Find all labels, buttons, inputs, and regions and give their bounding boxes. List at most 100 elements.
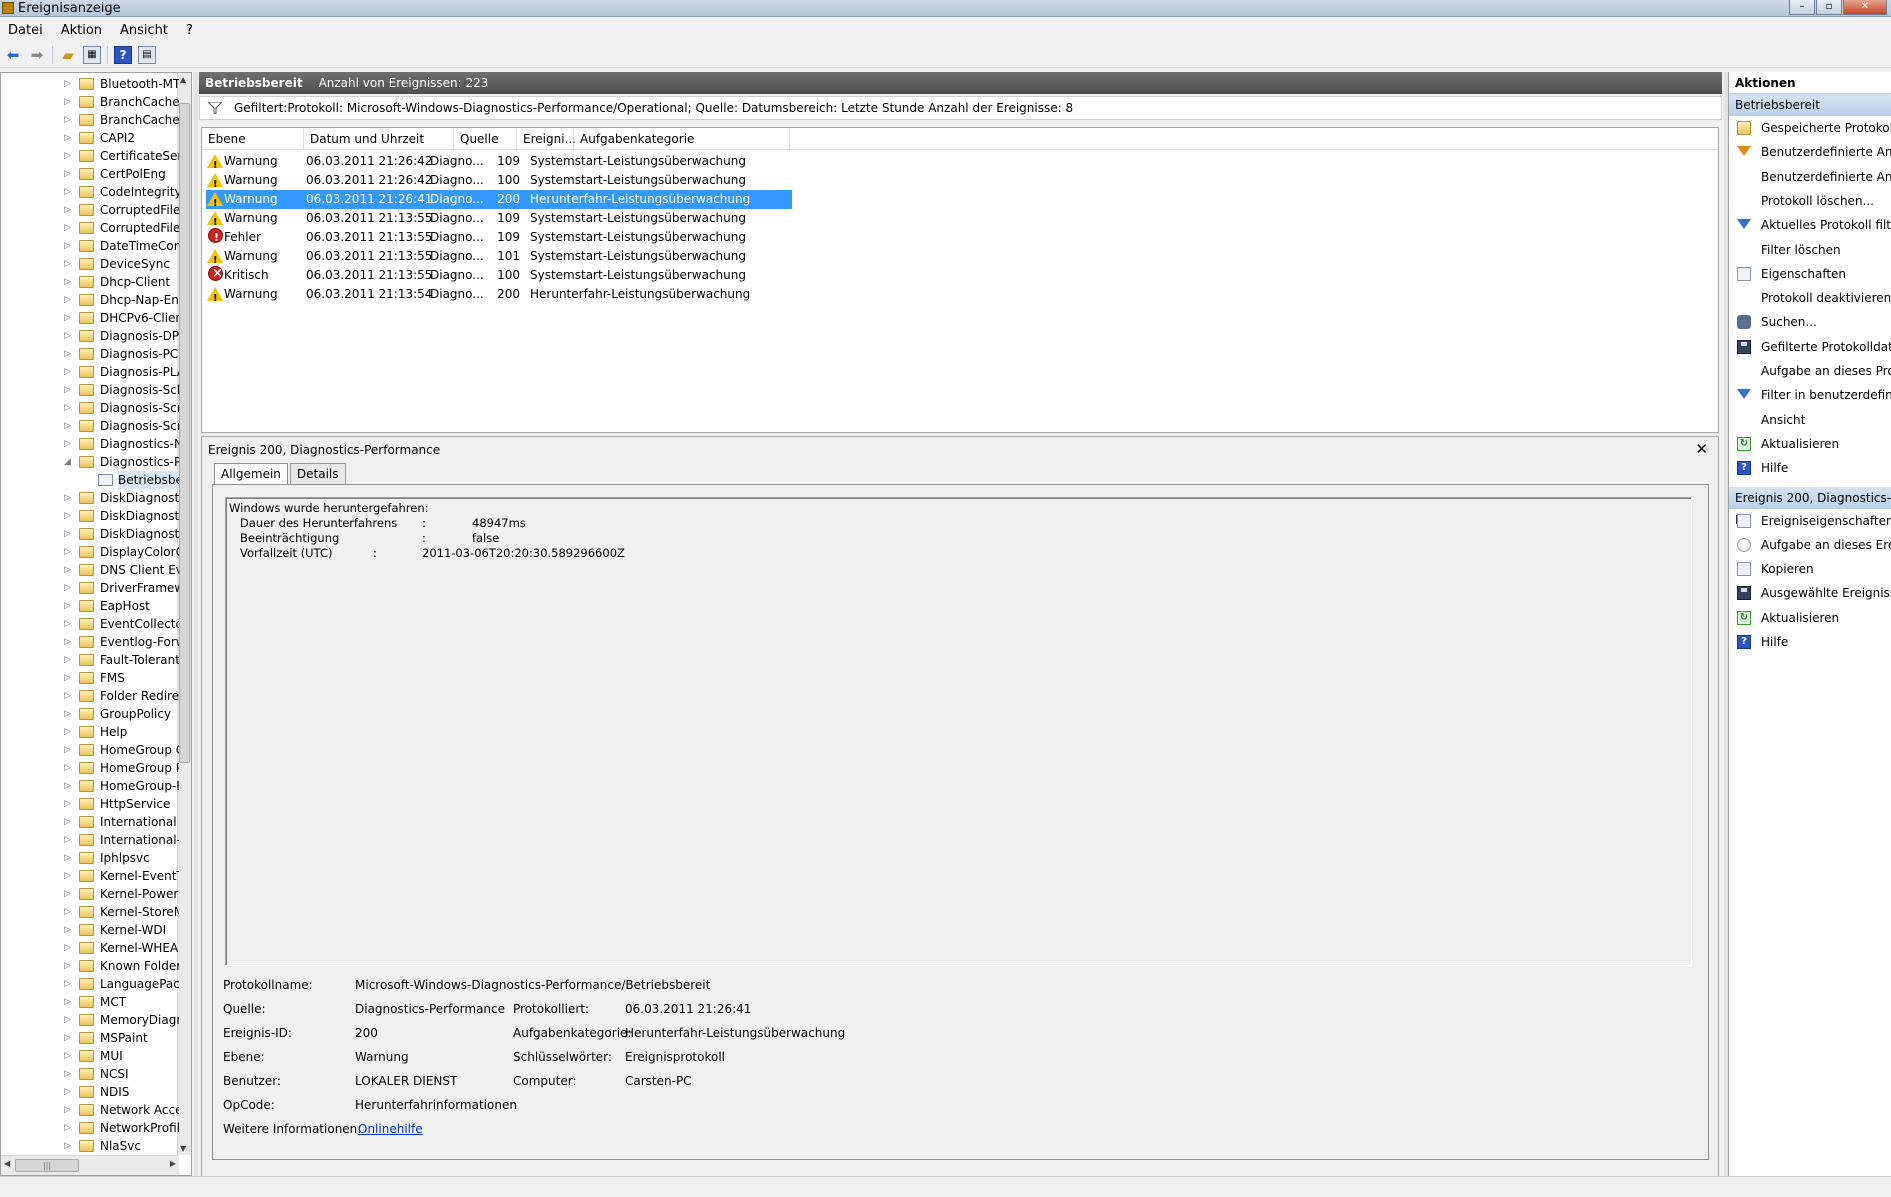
expand-arrow-icon[interactable]: ▷ xyxy=(64,705,71,723)
action-item[interactable]: Filter löschen xyxy=(1729,240,1891,260)
expand-arrow-icon[interactable]: ▷ xyxy=(64,759,71,777)
tree-item[interactable]: ▷ BranchCacheS xyxy=(1,111,179,129)
column-datum[interactable]: Datum und Uhrzeit xyxy=(304,128,454,150)
tree-item[interactable]: ▷ DriverFramewo xyxy=(1,579,179,597)
tree-item[interactable]: ▷ HomeGroup P xyxy=(1,759,179,777)
tree-item[interactable]: ▷ Known Folders xyxy=(1,957,179,975)
tree-item[interactable]: ▷ GroupPolicy xyxy=(1,705,179,723)
action-item[interactable]: Protokoll löschen... xyxy=(1729,191,1891,211)
table-row[interactable]: Warnung 06.03.2011 21:13:55Diagno... 101 Sy… xyxy=(206,247,792,270)
expand-arrow-icon[interactable]: ▷ xyxy=(64,273,71,291)
action-item[interactable]: Ansicht xyxy=(1729,410,1891,430)
action-item[interactable]: ? Hilfe xyxy=(1729,632,1891,652)
tree-item[interactable]: ▷ Dhcp-Nap-Enf xyxy=(1,291,179,309)
expand-arrow-icon[interactable]: ▷ xyxy=(64,1119,71,1137)
expand-arrow-icon[interactable]: ▷ xyxy=(64,1047,71,1065)
action-item[interactable]: Aufgabe an dieses Erei... xyxy=(1729,535,1891,555)
menu-datei[interactable]: Datei xyxy=(8,23,43,38)
event-message[interactable]: Windows wurde heruntergefahren: Dauer de… xyxy=(225,497,1692,966)
menu-help[interactable]: ? xyxy=(186,23,193,38)
action-item[interactable]: Ereigniseigenschaften xyxy=(1729,511,1891,531)
expand-arrow-icon[interactable]: ▷ xyxy=(64,669,71,687)
tree-item[interactable]: ▷ Kernel-StoreM xyxy=(1,903,179,921)
tree-item[interactable]: ▷ Bluetooth-MT xyxy=(1,75,179,93)
tree-item[interactable]: ▷ Diagnosis-Scri xyxy=(1,417,179,435)
tree-item[interactable]: ▷ MCT xyxy=(1,993,179,1011)
tree-item[interactable]: ▷ Eventlog-Forw xyxy=(1,633,179,651)
tree-item[interactable]: ▷ Kernel-Power xyxy=(1,885,179,903)
expand-arrow-icon[interactable]: ▷ xyxy=(64,831,71,849)
column-quelle[interactable]: Quelle xyxy=(454,128,517,150)
expand-arrow-icon[interactable]: ▷ xyxy=(64,885,71,903)
scroll-left-arrow-icon[interactable]: ◀ xyxy=(4,1159,10,1168)
expand-arrow-icon[interactable]: ▷ xyxy=(64,579,71,597)
expand-arrow-icon[interactable]: ▷ xyxy=(64,147,71,165)
tree-item[interactable]: ▷ CorruptedFileF xyxy=(1,201,179,219)
expand-arrow-icon[interactable]: ▷ xyxy=(64,651,71,669)
expand-arrow-icon[interactable]: ▷ xyxy=(64,1137,71,1155)
menu-aktion[interactable]: Aktion xyxy=(61,23,102,38)
expand-arrow-icon[interactable]: ▷ xyxy=(64,633,71,651)
scroll-right-arrow-icon[interactable]: ▶ xyxy=(170,1159,176,1168)
column-aufgabenkategorie[interactable]: Aufgabenkategorie xyxy=(574,128,790,150)
tree-item[interactable]: ▷ Dhcp-Client xyxy=(1,273,179,291)
expand-arrow-icon[interactable]: ▷ xyxy=(64,1029,71,1047)
tree-item[interactable]: ▷ Network Acce xyxy=(1,1101,179,1119)
expand-arrow-icon[interactable]: ▷ xyxy=(64,507,71,525)
tree-horizontal-scrollbar[interactable]: ◀ ||| ▶ xyxy=(1,1155,179,1175)
action-item[interactable]: Gefilterte Protokolldate... xyxy=(1729,337,1891,357)
close-icon[interactable]: ✕ xyxy=(1695,440,1708,458)
expand-arrow-icon[interactable]: ▷ xyxy=(64,957,71,975)
tree-item[interactable]: ▷ DeviceSync xyxy=(1,255,179,273)
action-item[interactable]: ↻ Aktualisieren xyxy=(1729,434,1891,454)
maximize-button[interactable]: ▫ xyxy=(1816,0,1842,15)
expand-arrow-icon[interactable]: ▷ xyxy=(64,561,71,579)
table-row[interactable]: Warnung 06.03.2011 21:13:54Diagno... 200 He… xyxy=(206,285,792,308)
tree-item[interactable]: ◢ Diagnostics-Pe xyxy=(1,453,179,471)
folder-up-icon[interactable]: ▰ xyxy=(59,46,77,64)
expand-arrow-icon[interactable]: ▷ xyxy=(64,399,71,417)
table-row[interactable]: Warnung 06.03.2011 21:26:42Diagno... 109 Sy… xyxy=(206,152,792,175)
scroll-down-arrow-icon[interactable]: ▼ xyxy=(180,1144,186,1153)
expand-arrow-icon[interactable]: ▷ xyxy=(64,1011,71,1029)
tree-item[interactable]: ▷ HomeGroup C xyxy=(1,741,179,759)
table-row[interactable]: Warnung 06.03.2011 21:26:42Diagno... 100 Sy… xyxy=(206,171,792,194)
pane-splitter[interactable] xyxy=(194,72,198,1176)
tree-item[interactable]: ▷ DisplayColorC xyxy=(1,543,179,561)
close-window-button[interactable]: ✕ xyxy=(1843,0,1887,15)
forward-arrow-icon[interactable]: ➡ xyxy=(28,46,46,64)
column-ereignis-id[interactable]: Ereigni... xyxy=(517,128,576,150)
expand-arrow-icon[interactable]: ▷ xyxy=(64,1083,71,1101)
scroll-up-arrow-icon[interactable]: ▲ xyxy=(180,75,186,84)
tree-item[interactable]: ▷ NDIS xyxy=(1,1083,179,1101)
back-arrow-icon[interactable]: ⬅ xyxy=(4,46,22,64)
tree-item[interactable]: ▷ Kernel-EventTr xyxy=(1,867,179,885)
expand-arrow-icon[interactable]: ▷ xyxy=(64,183,71,201)
expand-arrow-icon[interactable]: ▷ xyxy=(64,237,71,255)
tree-item[interactable]: ▷ Iphlpsvc xyxy=(1,849,179,867)
expand-arrow-icon[interactable]: ▷ xyxy=(64,219,71,237)
action-item[interactable]: Protokoll deaktivieren xyxy=(1729,288,1891,308)
tree-item[interactable]: ▷ Diagnosis-DPS xyxy=(1,327,179,345)
expand-arrow-icon[interactable]: ▷ xyxy=(64,75,71,93)
tree-item[interactable]: ▷ NlaSvc xyxy=(1,1137,179,1155)
tree-item[interactable]: ▷ Diagnostics-N xyxy=(1,435,179,453)
online-help-link[interactable]: Onlinehilfe xyxy=(358,1122,423,1136)
tree-item-betriebsbereit[interactable]: Betriebsber xyxy=(1,471,179,489)
expand-arrow-icon[interactable]: ▷ xyxy=(64,939,71,957)
tree-item[interactable]: ▷ MSPaint xyxy=(1,1029,179,1047)
expand-arrow-icon[interactable]: ▷ xyxy=(64,201,71,219)
expand-arrow-icon[interactable]: ▷ xyxy=(64,417,71,435)
expand-arrow-icon[interactable]: ▷ xyxy=(64,777,71,795)
action-item[interactable]: Aufgabe an dieses Prot... xyxy=(1729,361,1891,381)
expand-arrow-icon[interactable]: ▷ xyxy=(64,687,71,705)
expand-arrow-icon[interactable]: ▷ xyxy=(64,381,71,399)
expand-arrow-icon[interactable]: ▷ xyxy=(64,849,71,867)
tab-details[interactable]: Details xyxy=(289,463,346,485)
expand-arrow-icon[interactable]: ▷ xyxy=(64,345,71,363)
action-item[interactable]: Aktuelles Protokoll filte... xyxy=(1729,215,1891,235)
table-row[interactable]: Fehler 06.03.2011 21:13:55Diagno... 109 Sys… xyxy=(206,228,792,247)
show-tree-icon[interactable]: ▦ xyxy=(83,45,101,64)
tree-item[interactable]: ▷ DNS Client Eve xyxy=(1,561,179,579)
tree-item[interactable]: ▷ HttpService xyxy=(1,795,179,813)
